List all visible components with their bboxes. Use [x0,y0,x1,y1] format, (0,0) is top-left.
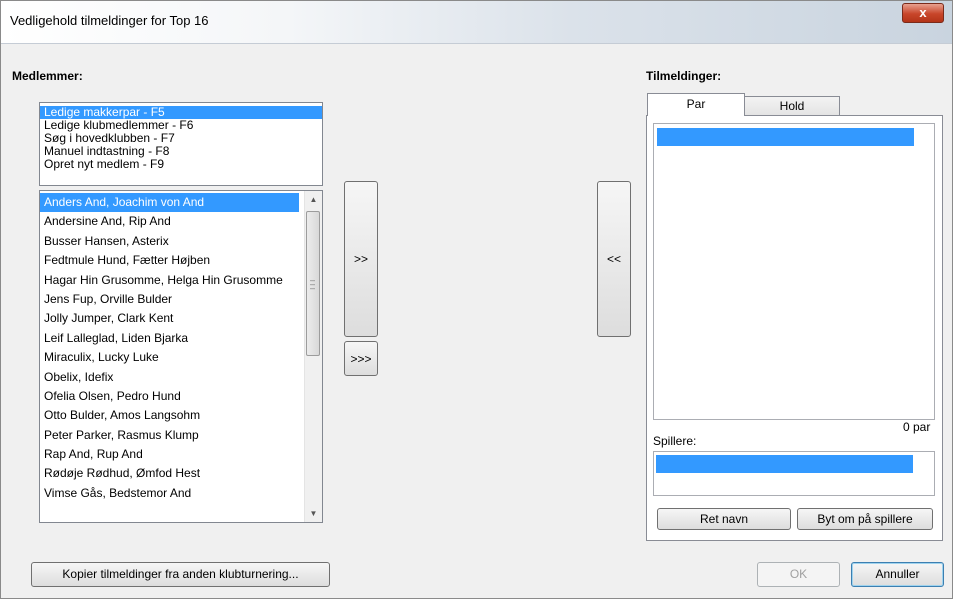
members-scrollbar[interactable]: ▲ – – – ▼ [304,191,322,522]
member-list-item[interactable]: Rap And, Rup And [40,445,322,464]
member-list-item[interactable]: Jolly Jumper, Clark Kent [40,309,322,328]
rename-button[interactable]: Ret navn [657,508,791,530]
member-list-item[interactable]: Anders And, Joachim von And [40,193,299,213]
members-list[interactable]: Anders And, Joachim von And Andersine An… [39,190,323,523]
member-list-item[interactable]: Miraculix, Lucky Luke [40,348,322,367]
member-list-item[interactable]: Rødøje Rødhud, Ømfod Hest [40,464,322,483]
copy-registrations-button[interactable]: Kopier tilmeldinger fra anden klubturner… [31,562,330,587]
quick-option-item[interactable]: Opret nyt medlem - F9 [40,158,322,171]
tab-par[interactable]: Par [647,93,745,116]
member-list-item[interactable]: Hagar Hin Grusomme, Helga Hin Grusomme [40,271,322,290]
member-list-item[interactable]: Leif Lalleglad, Liden Bjarka [40,329,322,348]
window-title: Vedligehold tilmeldinger for Top 16 [10,13,209,28]
ok-button[interactable]: OK [757,562,840,587]
member-list-item[interactable]: Busser Hansen, Asterix [40,232,322,251]
member-list-item[interactable]: Ofelia Olsen, Pedro Hund [40,387,322,406]
tab-hold[interactable]: Hold [744,96,840,116]
players-list[interactable] [653,451,935,496]
swap-players-button[interactable]: Byt om på spillere [797,508,933,530]
scroll-thumb[interactable]: – – – [306,211,320,356]
grip-icon: – – – [310,275,316,293]
member-list-item[interactable]: Fedtmule Hund, Fætter Højben [40,251,322,270]
members-label: Medlemmer: [12,69,83,83]
registrations-label: Tilmeldinger: [646,69,722,83]
title-bar[interactable]: Vedligehold tilmeldinger for Top 16 x [1,1,952,44]
scroll-up-arrow-icon[interactable]: ▲ [305,191,322,208]
quick-options-list[interactable]: Ledige makkerpar - F5 Ledige klubmedlemm… [39,102,323,186]
close-button[interactable]: x [902,3,944,23]
add-all-button[interactable]: >>> [344,341,378,376]
pairs-list-selection[interactable] [657,128,914,146]
players-list-selection[interactable] [656,455,913,473]
add-selected-button[interactable]: >> [344,181,378,337]
member-list-item[interactable]: Peter Parker, Rasmus Klump [40,426,322,445]
pair-count: 0 par [903,420,931,434]
dialog-window: Vedligehold tilmeldinger for Top 16 x Me… [0,0,953,599]
member-list-item[interactable]: Obelix, Idefix [40,368,322,387]
players-label: Spillere: [653,434,697,448]
pairs-list[interactable] [653,123,935,420]
remove-selected-button[interactable]: << [597,181,631,337]
member-list-item[interactable]: Otto Bulder, Amos Langsohm [40,406,322,425]
member-list-item[interactable]: Jens Fup, Orville Bulder [40,290,322,309]
cancel-button[interactable]: Annuller [851,562,944,587]
scroll-down-arrow-icon[interactable]: ▼ [305,505,322,522]
member-list-item[interactable]: Andersine And, Rip And [40,212,322,231]
member-list-item[interactable]: Vimse Gås, Bedstemor And [40,484,322,503]
